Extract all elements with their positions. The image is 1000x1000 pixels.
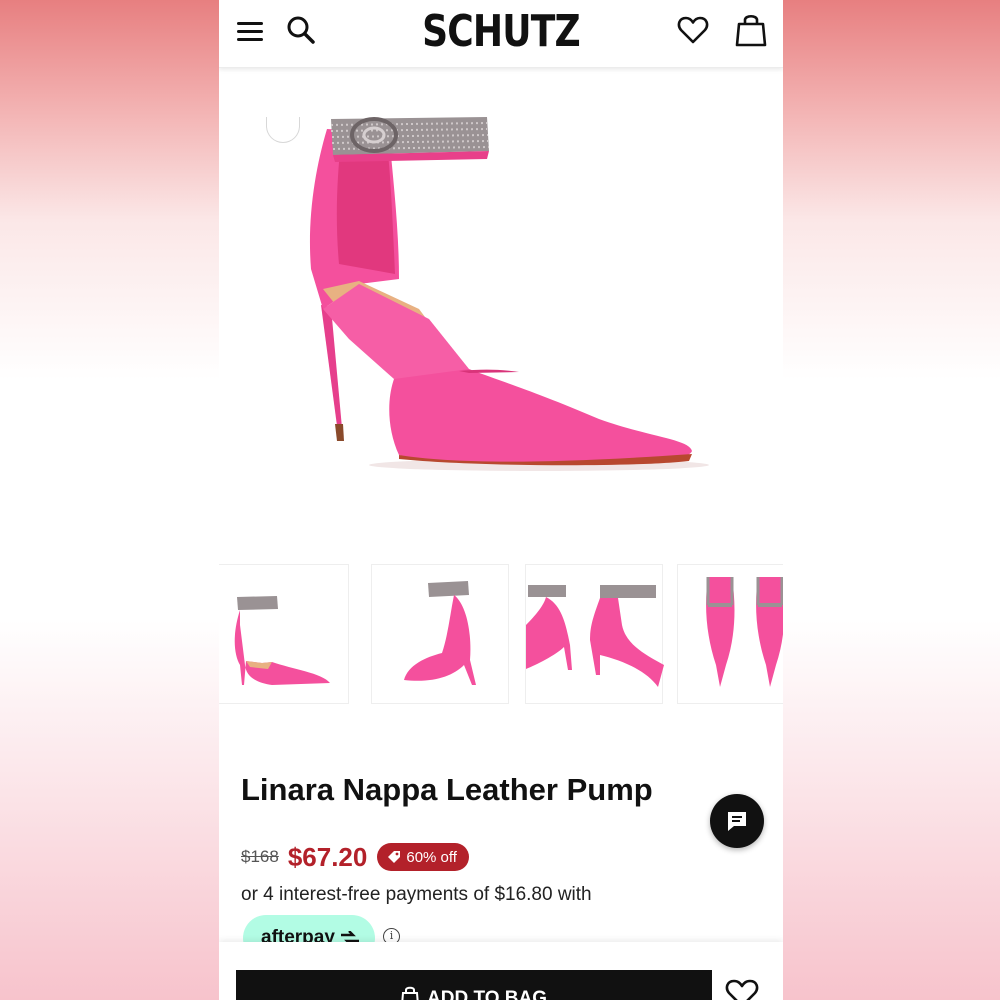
thumbnail-1[interactable] (219, 564, 349, 704)
thumbnail-3[interactable] (525, 564, 664, 704)
price-row: $168 $67.20 60% off (241, 842, 469, 872)
product-title: Linara Nappa Leather Pump (241, 772, 653, 807)
menu-icon[interactable] (237, 22, 263, 42)
heart-icon[interactable] (677, 14, 709, 46)
product-page: SCHUTZ Linara Nappa Leather Pump $168 $6… (219, 0, 783, 1000)
discount-badge: 60% off (377, 843, 469, 871)
tag-icon (388, 851, 401, 863)
add-to-bag-button[interactable]: ADD TO BAG (236, 970, 712, 1000)
thumbnail-4[interactable] (677, 564, 783, 704)
chat-button[interactable] (710, 794, 764, 848)
discount-badge-label: 60% off (406, 848, 457, 866)
thumbnail-strip (219, 564, 783, 704)
shoe-image (309, 117, 709, 471)
chat-icon (728, 812, 746, 831)
installments-text: or 4 interest-free payments of $16.80 wi… (241, 884, 592, 905)
thumbnail-2[interactable] (371, 564, 509, 704)
brand-logo[interactable]: SCHUTZ (270, 6, 732, 57)
original-price: $168 (241, 847, 279, 866)
background-left-blur (0, 0, 219, 1000)
background-right-blur (783, 0, 1000, 1000)
main-product-image[interactable] (219, 69, 783, 549)
add-to-bag-label: ADD TO BAG (427, 988, 547, 1000)
sale-price: $67.20 (287, 841, 368, 872)
wishlist-heart-icon[interactable] (725, 978, 759, 1000)
bag-small-icon (401, 986, 419, 1000)
site-header: SCHUTZ (219, 0, 783, 68)
shopping-bag-icon[interactable] (735, 12, 767, 48)
bottom-action-bar: ADD TO BAG (219, 942, 783, 1000)
